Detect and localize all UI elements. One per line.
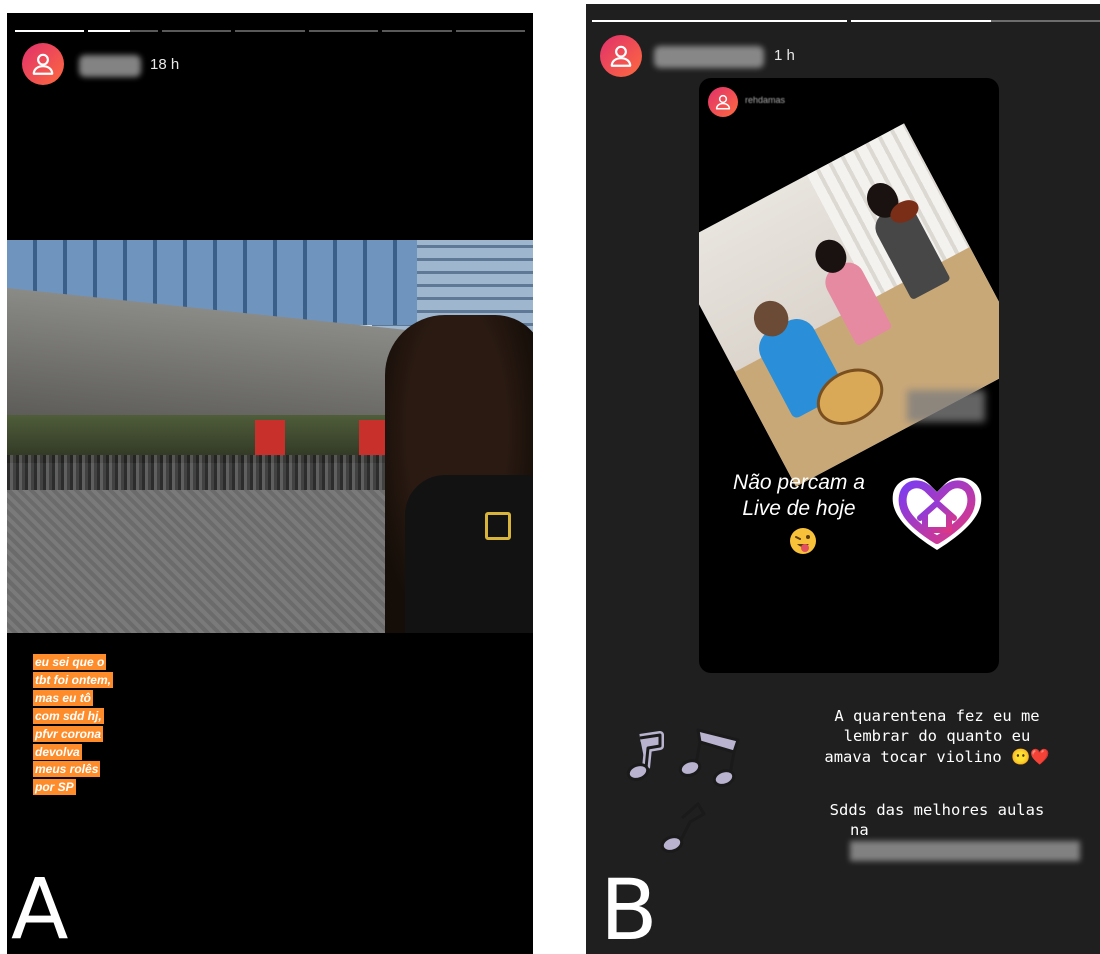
- shared-story-card[interactable]: rehdamas Não percam a Live de hoje: [699, 78, 999, 673]
- caption-line: eu sei que o: [33, 654, 107, 670]
- story-caption: A quarentena fez eu me lembrar do quanto…: [772, 706, 1100, 767]
- progress-segment: [382, 30, 452, 32]
- progress-segment: [455, 30, 525, 32]
- story-photo: [7, 240, 533, 633]
- caption-line: com sdd hj,: [33, 707, 104, 724]
- caption-line: tbt foi ontem,: [33, 671, 113, 688]
- redacted-handle: [850, 841, 1080, 862]
- user-icon: [715, 94, 731, 110]
- shared-text-line: Live de hoje: [742, 497, 856, 521]
- story-panel-b: 1 h rehdamas Não percam a Live de hoje A…: [586, 4, 1100, 954]
- caption-line: Sdds das melhores aulas: [829, 801, 1045, 819]
- panel-label: A: [11, 860, 69, 954]
- story-timestamp: 1 h: [774, 47, 795, 64]
- shared-post-text: Não percam a Live de hoje: [719, 470, 879, 522]
- caption-line: na: [772, 820, 1100, 862]
- panel-label: B: [600, 861, 658, 954]
- caption-line: lembrar do quanto eu: [843, 727, 1031, 746]
- tongue-wink-emoji: [790, 528, 816, 554]
- username-redacted[interactable]: [654, 46, 764, 68]
- caption-line: amava tocar violino 😶❤️: [824, 747, 1050, 766]
- caption-line: mas eu tô: [33, 689, 94, 706]
- username-redacted[interactable]: [79, 55, 141, 77]
- progress-segment: [308, 30, 379, 32]
- caption-line: A quarentena fez eu me: [834, 707, 1040, 725]
- story-panel-a: 18 h eu sei que o tbt foi ontem, mas eu …: [7, 13, 533, 954]
- user-avatar[interactable]: [600, 35, 642, 77]
- user-avatar[interactable]: [22, 43, 64, 85]
- caption-line: meus rolês: [33, 761, 101, 778]
- redacted-tag: [907, 390, 985, 422]
- caption-prefix: na: [850, 821, 869, 840]
- user-icon: [32, 53, 54, 75]
- heart-house-icon: [892, 477, 982, 550]
- shared-username: rehdamas: [745, 95, 786, 105]
- story-caption-secondary: Sdds das melhores aulas na: [772, 800, 1100, 862]
- progress-segment-active: [88, 30, 158, 32]
- story-progress-bar: [15, 30, 525, 32]
- shared-user-avatar: [708, 87, 738, 117]
- shared-photo: [699, 123, 999, 487]
- music-notes-icon: [626, 728, 740, 853]
- shared-text-line: Não percam a: [733, 471, 865, 494]
- progress-segment: [15, 30, 85, 32]
- progress-segment: [161, 30, 232, 32]
- story-timestamp: 18 h: [150, 56, 180, 73]
- story-caption: eu sei que o tbt foi ontem, mas eu tô co…: [33, 653, 153, 796]
- story-progress-bar: [592, 20, 1100, 22]
- caption-line: por SP: [33, 779, 76, 796]
- caption-line: devolva: [33, 743, 82, 760]
- user-icon: [610, 45, 632, 67]
- progress-segment: [235, 30, 305, 32]
- progress-segment: [592, 20, 847, 22]
- caption-line: pfvr corona: [33, 725, 104, 742]
- progress-segment-active: [851, 20, 1100, 22]
